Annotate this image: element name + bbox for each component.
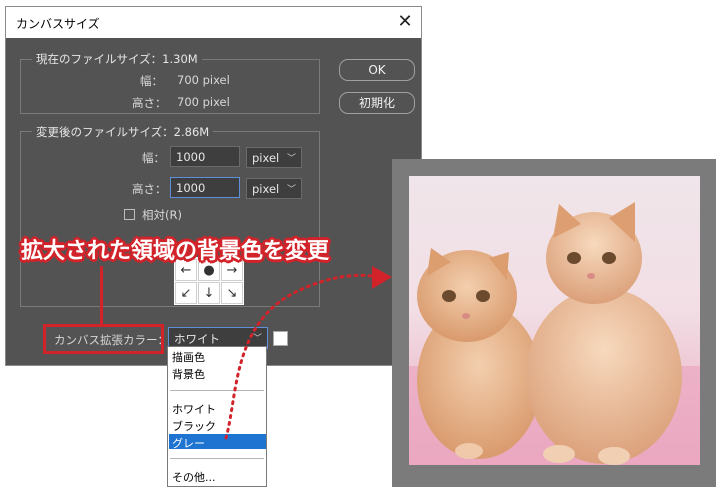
cat-photo xyxy=(409,176,700,465)
